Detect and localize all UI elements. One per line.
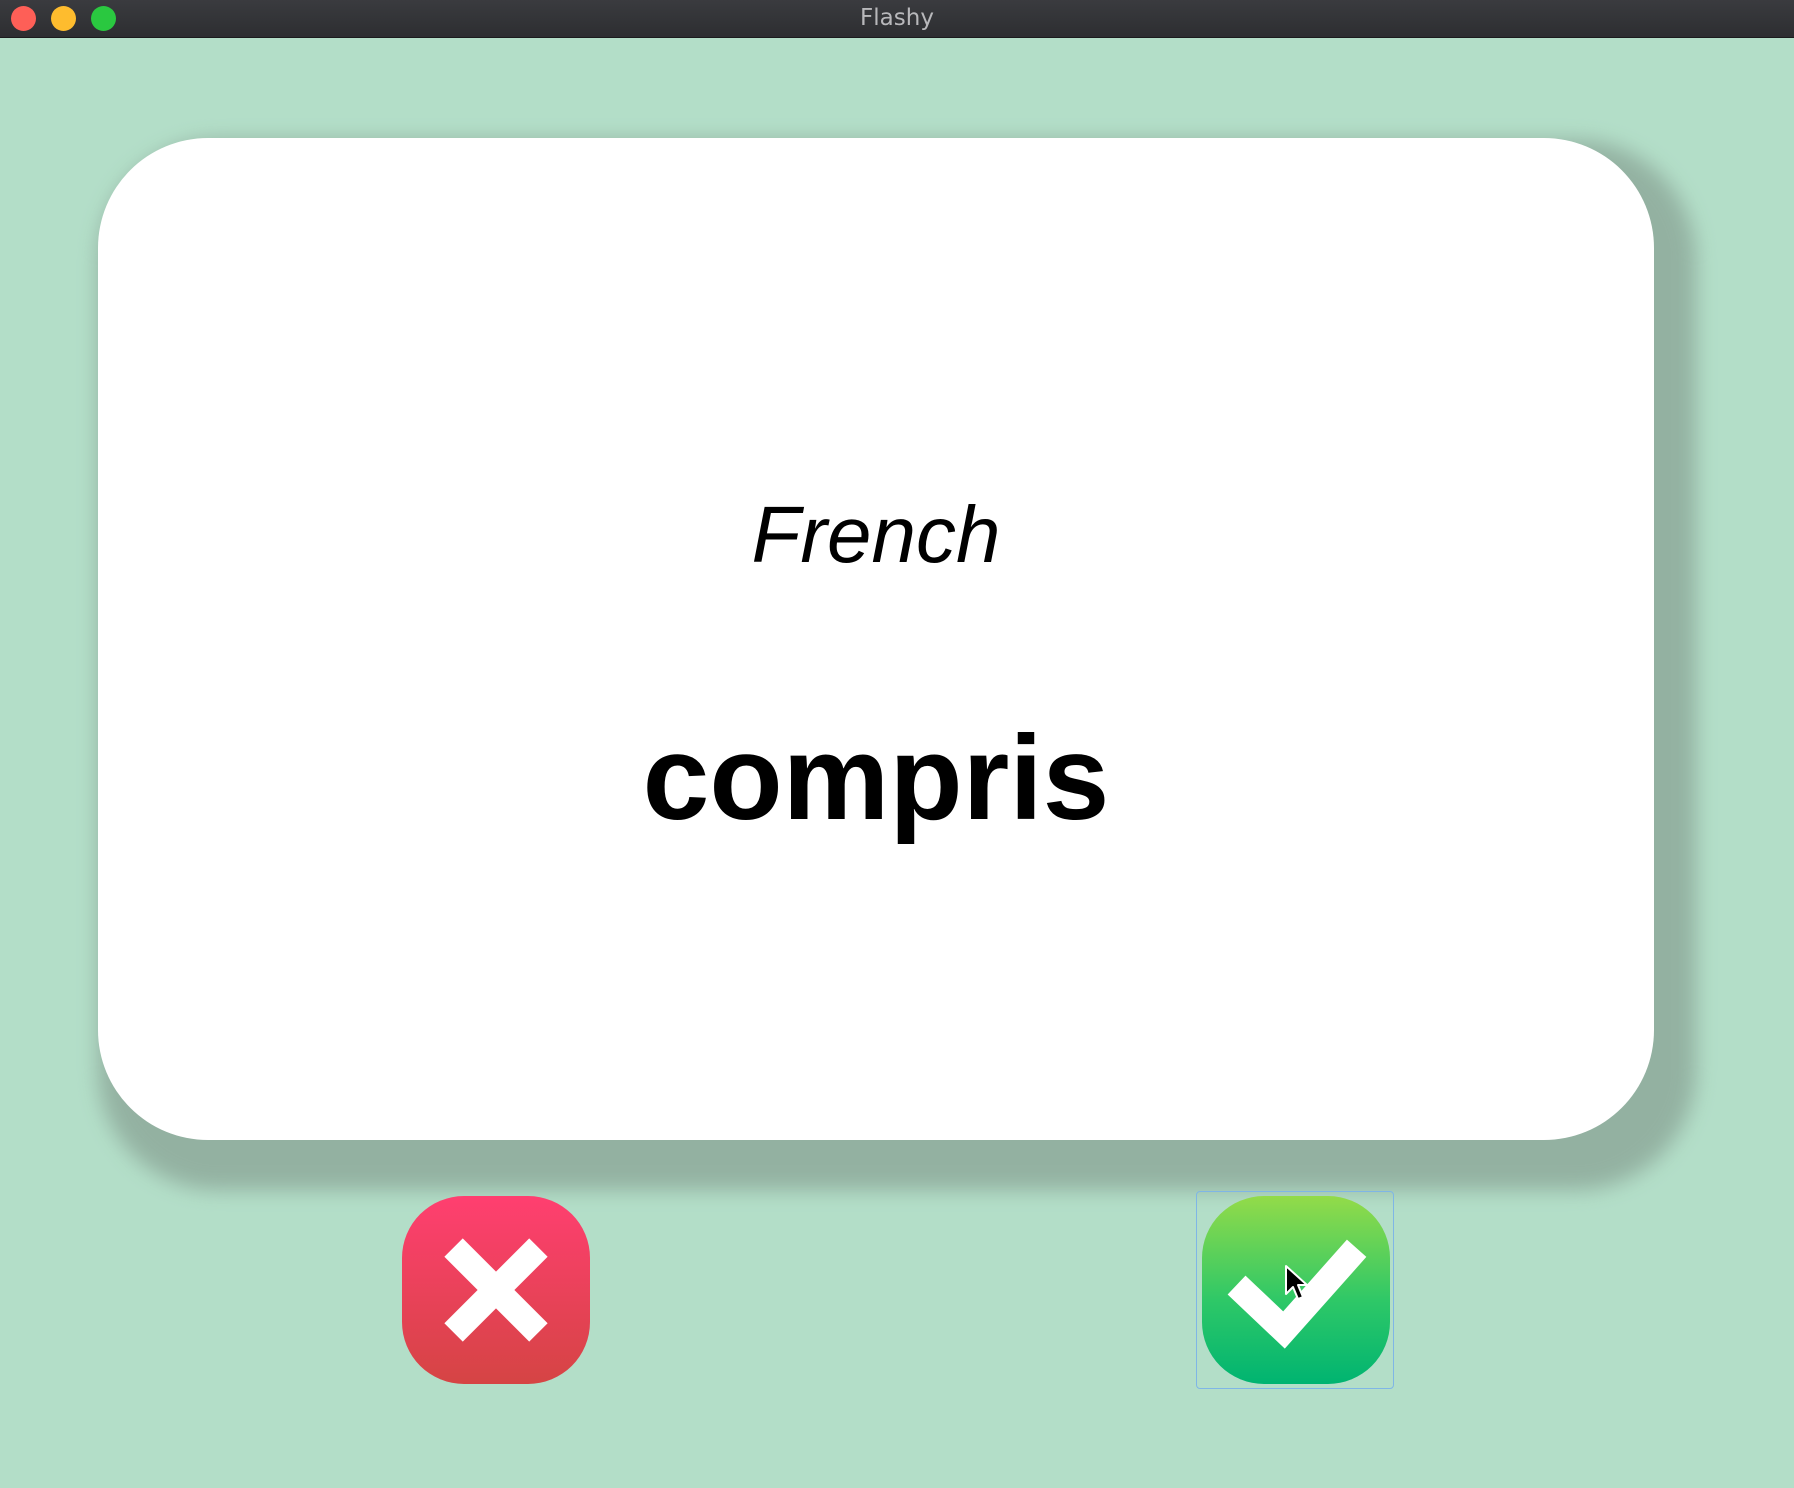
- flashcard: French compris: [98, 138, 1654, 1140]
- app-window: Flashy French compris: [0, 0, 1794, 1488]
- card-language-title: French: [751, 490, 1001, 579]
- close-x-icon: [444, 1238, 548, 1342]
- mouse-cursor-icon: [1285, 1265, 1308, 1300]
- card-word: compris: [642, 711, 1110, 845]
- title-bar: Flashy: [0, 0, 1794, 38]
- window-title: Flashy: [860, 5, 934, 31]
- wrong-button[interactable]: [402, 1196, 590, 1384]
